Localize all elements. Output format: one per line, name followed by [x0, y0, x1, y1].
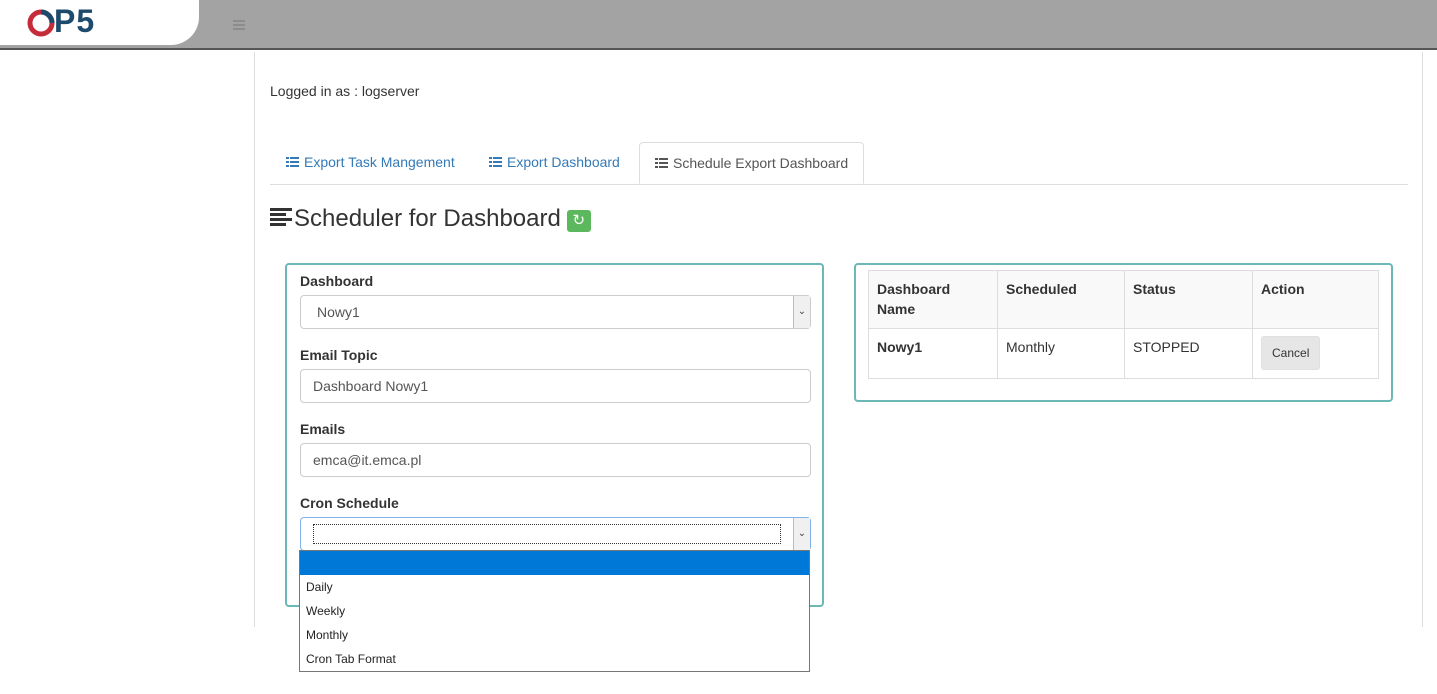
email-topic-label: Email Topic — [300, 347, 378, 363]
op5-logo-icon — [27, 9, 55, 37]
refresh-icon[interactable]: ↻ — [566, 210, 591, 232]
chevron-down-icon[interactable]: ⌄ — [793, 518, 810, 550]
tab-label: Schedule Export Dashboard — [673, 155, 849, 171]
chevron-down-icon[interactable]: ⌄ — [793, 296, 810, 328]
scheduled-exports-table: Dashboard Name Scheduled Status Action N… — [868, 270, 1379, 379]
dashboard-select-value: Nowy1 — [317, 304, 360, 320]
cron-select-focus — [313, 524, 781, 544]
cell-action: Cancel — [1252, 328, 1379, 379]
cron-schedule-dropdown: Daily Weekly Monthly Cron Tab Format — [299, 550, 810, 672]
email-topic-input[interactable]: Dashboard Nowy1 — [300, 369, 811, 403]
page-heading: Scheduler for Dashboard ↻ — [270, 205, 591, 233]
emails-input[interactable]: emca@it.emca.pl — [300, 443, 811, 477]
top-header: P5 — [0, 0, 1437, 50]
emails-label: Emails — [300, 421, 346, 437]
tab-bar: Export Task Mangement Export Dashboard S… — [270, 142, 1408, 185]
cron-option-monthly[interactable]: Monthly — [300, 623, 809, 647]
cron-schedule-select[interactable]: ⌄ — [300, 517, 811, 551]
tab-label: Export Dashboard — [507, 154, 620, 170]
menu-icon[interactable] — [233, 20, 245, 30]
col-header-dashboard-name: Dashboard Name — [868, 270, 998, 329]
list-icon — [655, 158, 668, 169]
cell-scheduled: Monthly — [997, 328, 1125, 379]
scheduled-exports-panel: Dashboard Name Scheduled Status Action N… — [854, 263, 1393, 402]
dashboard-label: Dashboard — [300, 273, 374, 289]
cell-dashboard-name: Nowy1 — [868, 328, 998, 379]
page-title: Scheduler for Dashboard — [294, 205, 561, 232]
list-icon — [286, 157, 299, 168]
cron-option-weekly[interactable]: Weekly — [300, 599, 809, 623]
col-header-status: Status — [1124, 270, 1253, 329]
align-left-icon — [270, 208, 292, 228]
tab-export-dashboard[interactable]: Export Dashboard — [474, 142, 635, 183]
cell-status: STOPPED — [1124, 328, 1253, 379]
cancel-button[interactable]: Cancel — [1261, 336, 1321, 370]
tab-export-task-management[interactable]: Export Task Mangement — [271, 142, 470, 183]
cron-option-daily[interactable]: Daily — [300, 575, 809, 599]
cron-option-blank[interactable] — [300, 551, 809, 575]
cron-schedule-label: Cron Schedule — [300, 495, 399, 511]
table-header-row: Dashboard Name Scheduled Status Action — [868, 270, 1379, 329]
table-row: Nowy1 Monthly STOPPED Cancel — [868, 328, 1379, 379]
logo-text: P5 — [54, 3, 96, 39]
logged-in-status: Logged in as : logserver — [270, 83, 420, 99]
dashboard-select[interactable]: Nowy1 ⌄ — [300, 295, 811, 329]
col-header-action: Action — [1252, 270, 1379, 329]
content-divider-right — [1422, 52, 1423, 627]
col-header-scheduled: Scheduled — [997, 270, 1125, 329]
list-icon — [489, 157, 502, 168]
tab-label: Export Task Mangement — [304, 154, 455, 170]
cron-option-cron-tab-format[interactable]: Cron Tab Format — [300, 647, 809, 671]
content-divider-left — [254, 52, 255, 627]
tab-schedule-export-dashboard[interactable]: Schedule Export Dashboard — [639, 142, 865, 184]
logo-container: P5 — [0, 0, 199, 45]
